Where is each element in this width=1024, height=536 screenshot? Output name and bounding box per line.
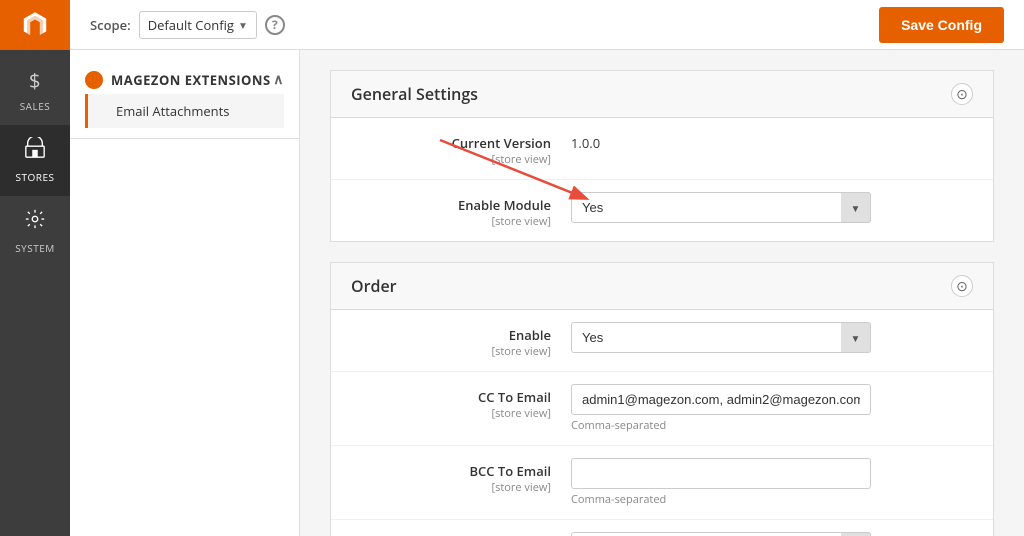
- current-version-value: 1.0.0: [571, 130, 973, 152]
- enable-attach-files-row: Enable Attach Additional Files [store vi…: [331, 520, 993, 536]
- content-area: MAGEZON EXTENSIONS ∧ Email Attachments: [70, 50, 1024, 536]
- order-enable-label: Enable [store view]: [351, 322, 571, 359]
- left-panel: MAGEZON EXTENSIONS ∧ Email Attachments: [70, 50, 300, 536]
- sidebar: $ SALES STORES SYSTEM: [0, 0, 70, 536]
- magezon-extensions-header[interactable]: MAGEZON EXTENSIONS ∧: [85, 70, 284, 89]
- system-icon: [24, 208, 46, 236]
- scope-dropdown-arrow-icon: ▼: [238, 18, 248, 32]
- scope-value: Default Config: [148, 16, 234, 34]
- sidebar-item-system-label: SYSTEM: [15, 241, 55, 255]
- scope-dropdown[interactable]: Default Config ▼: [139, 11, 257, 39]
- cc-to-email-row: CC To Email [store view] Comma-separated: [331, 372, 993, 446]
- enable-attach-files-select[interactable]: Yes No: [571, 532, 871, 536]
- logo: [0, 0, 70, 50]
- email-attachments-nav-label: Email Attachments: [116, 102, 229, 120]
- right-content-inner: General Settings ⊙ Current Version [stor…: [330, 70, 994, 536]
- order-section-header: Order ⊙: [331, 263, 993, 310]
- order-section: Order ⊙ Enable [store view]: [330, 262, 994, 536]
- bcc-to-email-label: BCC To Email [store view]: [351, 458, 571, 495]
- general-settings-section: General Settings ⊙ Current Version [stor…: [330, 70, 994, 242]
- general-settings-header: General Settings ⊙: [331, 71, 993, 118]
- cc-to-email-hint: Comma-separated: [571, 418, 973, 433]
- enable-module-row: Enable Module [store view] Yes No ▼: [331, 180, 993, 241]
- order-enable-row: Enable [store view] Yes No ▼: [331, 310, 993, 372]
- magezon-extensions-section: MAGEZON EXTENSIONS ∧ Email Attachments: [70, 60, 299, 139]
- topbar: Scope: Default Config ▼ ? Save Config: [70, 0, 1024, 50]
- enable-attach-files-value: Yes No ▼: [571, 532, 973, 536]
- cc-to-email-label: CC To Email [store view]: [351, 384, 571, 421]
- general-settings-collapse-button[interactable]: ⊙: [951, 83, 973, 105]
- sidebar-item-system[interactable]: SYSTEM: [0, 196, 70, 267]
- sidebar-item-stores[interactable]: STORES: [0, 125, 70, 196]
- sales-icon: $: [29, 67, 41, 94]
- stores-icon: [24, 137, 46, 165]
- order-enable-select[interactable]: Yes No: [571, 322, 871, 353]
- order-enable-select-wrap: Yes No ▼: [571, 322, 871, 353]
- topbar-left: Scope: Default Config ▼ ?: [90, 11, 285, 39]
- sidebar-item-stores-label: STORES: [16, 170, 55, 184]
- scope-label: Scope:: [90, 16, 131, 34]
- sidebar-item-sales-label: SALES: [20, 99, 51, 113]
- chevron-up-icon: ∧: [273, 70, 284, 89]
- general-settings-title: General Settings: [351, 83, 478, 105]
- enable-module-label: Enable Module [store view]: [351, 192, 571, 229]
- enable-module-select-wrap: Yes No ▼: [571, 192, 871, 223]
- bcc-to-email-value: Comma-separated: [571, 458, 973, 507]
- order-section-title: Order: [351, 275, 397, 297]
- help-question-mark: ?: [272, 16, 278, 33]
- help-icon[interactable]: ?: [265, 15, 285, 35]
- enable-attach-files-label: Enable Attach Additional Files [store vi…: [351, 532, 571, 536]
- order-section-collapse-button[interactable]: ⊙: [951, 275, 973, 297]
- email-attachments-nav-item[interactable]: Email Attachments: [85, 94, 284, 128]
- enable-module-value: Yes No ▼: [571, 192, 973, 223]
- order-enable-value: Yes No ▼: [571, 322, 973, 353]
- bcc-to-email-row: BCC To Email [store view] Comma-separate…: [331, 446, 993, 520]
- bcc-to-email-input[interactable]: [571, 458, 871, 489]
- general-settings-body: Current Version [store view] 1.0.0 Enabl…: [331, 118, 993, 241]
- right-content: General Settings ⊙ Current Version [stor…: [300, 50, 1024, 536]
- current-version-label: Current Version [store view]: [351, 130, 571, 167]
- current-version-row: Current Version [store view] 1.0.0: [331, 118, 993, 180]
- order-section-body: Enable [store view] Yes No ▼: [331, 310, 993, 536]
- sidebar-item-sales[interactable]: $ SALES: [0, 55, 70, 125]
- enable-attach-files-select-wrap: Yes No ▼: [571, 532, 871, 536]
- cc-to-email-input[interactable]: [571, 384, 871, 415]
- main-content: Scope: Default Config ▼ ? Save Config MA…: [70, 0, 1024, 536]
- bcc-to-email-hint: Comma-separated: [571, 492, 973, 507]
- save-config-button[interactable]: Save Config: [879, 7, 1004, 43]
- magezon-circle-icon: [85, 71, 103, 89]
- magezon-extensions-label: MAGEZON EXTENSIONS: [111, 71, 271, 89]
- magento-logo-icon: [19, 9, 51, 41]
- cc-to-email-value: Comma-separated: [571, 384, 973, 433]
- enable-module-select[interactable]: Yes No: [571, 192, 871, 223]
